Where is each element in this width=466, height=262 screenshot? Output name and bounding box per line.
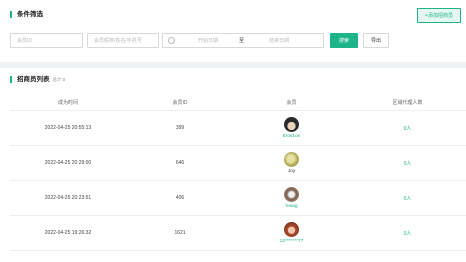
avatar bbox=[284, 222, 299, 237]
avatar bbox=[284, 152, 299, 167]
column-header-agents: 区域代理人数 bbox=[392, 99, 423, 106]
keyword-placeholder: 会员昵称/姓名/手机号 bbox=[94, 38, 142, 44]
time-cell: 2022-04-25 20:55:13 bbox=[44, 125, 92, 131]
member-cell: Eros1on bbox=[234, 117, 349, 139]
keyword-input[interactable]: 会员昵称/姓名/手机号 bbox=[87, 33, 159, 48]
clock-icon bbox=[168, 37, 175, 44]
start-date-placeholder: 开始日期 bbox=[197, 38, 218, 44]
agents-count[interactable]: 0人 bbox=[349, 160, 466, 167]
member-name[interactable]: Swag bbox=[286, 204, 298, 209]
time-cell: 2022-04-25 19:26:32 bbox=[44, 230, 92, 236]
avatar bbox=[284, 117, 299, 132]
member-name[interactable]: Joy bbox=[288, 169, 295, 174]
member-id-cell: 406 bbox=[175, 195, 185, 201]
table-row: 2022-04-25 20:55:13 399 Eros1on 0人 bbox=[10, 111, 466, 146]
table-row: 2022-04-25 20:23:51 406 Swag 0人 bbox=[10, 181, 466, 216]
member-name[interactable]: 13*******77 bbox=[280, 239, 304, 244]
avatar bbox=[284, 187, 299, 202]
merchant-table: 成为时间 会员ID 会员 区域代理人数 2022-04-25 20:55:13 … bbox=[10, 94, 466, 251]
member-id-placeholder: 会员ID bbox=[17, 38, 33, 44]
member-cell: 13*******77 bbox=[234, 222, 349, 244]
member-id-cell: 399 bbox=[175, 125, 185, 131]
date-range-picker[interactable]: 开始日期 至 结束日期 bbox=[162, 33, 324, 48]
list-total: 总计:8 bbox=[52, 77, 66, 82]
add-merchant-button[interactable]: +添加招商员 bbox=[417, 8, 461, 23]
export-button[interactable]: 导出 bbox=[363, 33, 389, 48]
filter-title: 条件筛选 bbox=[10, 11, 43, 18]
column-header-member: 会员 bbox=[286, 99, 297, 106]
member-cell: Swag bbox=[234, 187, 349, 209]
list-panel: 招商员列表 总计:8 成为时间 会员ID 会员 区域代理人数 2022-04-25… bbox=[0, 68, 466, 262]
column-header-member-id: 会员ID bbox=[172, 99, 188, 106]
agents-count[interactable]: 0人 bbox=[349, 195, 466, 202]
agents-count[interactable]: 0人 bbox=[349, 125, 466, 132]
member-id-input[interactable]: 会员ID bbox=[10, 33, 83, 48]
member-name[interactable]: Eros1on bbox=[283, 134, 301, 139]
list-title: 招商员列表 总计:8 bbox=[10, 76, 65, 83]
list-title-text: 招商员列表 bbox=[17, 76, 50, 83]
member-id-cell: 646 bbox=[175, 160, 185, 166]
date-separator: 至 bbox=[239, 38, 245, 44]
member-id-cell: 1621 bbox=[174, 230, 186, 236]
search-button[interactable]: 搜索 bbox=[330, 33, 358, 48]
table-header: 成为时间 会员ID 会员 区域代理人数 bbox=[10, 94, 466, 111]
table-row: 2022-04-25 19:26:32 1621 13*******77 0人 bbox=[10, 216, 466, 251]
agents-count[interactable]: 0人 bbox=[349, 230, 466, 237]
time-cell: 2022-04-25 20:29:00 bbox=[44, 160, 92, 166]
column-header-time: 成为时间 bbox=[57, 99, 78, 106]
filter-panel: 条件筛选 +添加招商员 会员ID 会员昵称/姓名/手机号 开始日期 至 结束日期… bbox=[0, 0, 466, 62]
table-row: 2022-04-25 20:29:00 646 Joy 0人 bbox=[10, 146, 466, 181]
time-cell: 2022-04-25 20:23:51 bbox=[44, 195, 92, 201]
member-cell: Joy bbox=[234, 152, 349, 174]
end-date-placeholder: 结束日期 bbox=[269, 38, 290, 44]
